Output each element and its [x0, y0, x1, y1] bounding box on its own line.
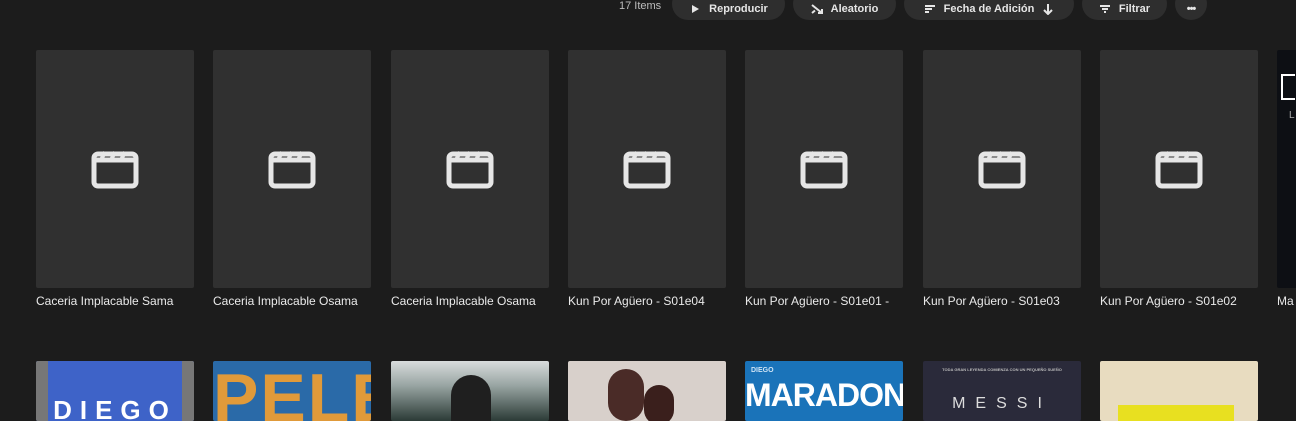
poster-image[interactable]: DIEGO MARADONA	[745, 361, 903, 421]
media-title[interactable]: Kun Por Agüero - S01e03	[923, 294, 1081, 308]
media-card[interactable]: Caceria Implacable Osama	[213, 50, 371, 308]
clapperboard-icon	[268, 151, 316, 189]
media-card[interactable]: Kun Por Agüero - S01e01 -	[745, 50, 903, 308]
media-title[interactable]: Kun Por Agüero - S01e01 -	[745, 294, 903, 308]
filter-label: Filtrar	[1118, 2, 1151, 15]
poster-image[interactable]	[1100, 361, 1258, 421]
poster-title: MESSI	[952, 395, 1052, 412]
poster-image[interactable]	[568, 361, 726, 421]
media-card[interactable]: L Ma	[1277, 50, 1296, 308]
media-card[interactable]: Kun Por Agüero - S01e03	[923, 50, 1081, 308]
media-card[interactable]: Caceria Implacable Osama	[391, 50, 549, 308]
media-title[interactable]: Caceria Implacable Sama	[36, 294, 194, 308]
clapperboard-icon	[978, 151, 1026, 189]
sort-button[interactable]: Fecha de Adición	[904, 0, 1074, 20]
media-card[interactable]: Caceria Implacable Sama	[36, 50, 194, 308]
sort-icon	[924, 4, 935, 13]
play-icon	[692, 4, 700, 13]
arrow-down-icon	[1043, 3, 1054, 15]
poster-title: DIEGO	[53, 395, 177, 421]
poster-placeholder[interactable]	[213, 50, 371, 288]
media-card[interactable]: Kun Por Agüero - S01e04	[568, 50, 726, 308]
poster-image[interactable]: TODA GRAN LEYENDA COMIENZA CON UN PEQUEÑ…	[923, 361, 1081, 421]
clapperboard-icon	[800, 151, 848, 189]
media-title[interactable]: Caceria Implacable Osama	[391, 294, 549, 308]
media-title[interactable]: Ma	[1277, 294, 1296, 308]
toolbar: 17 Items Reproducir Aleatorio Fecha de A…	[0, 0, 1296, 20]
more-icon: •••	[1186, 2, 1197, 15]
poster-placeholder[interactable]	[1100, 50, 1258, 288]
poster-title: PELE	[213, 361, 371, 421]
media-title[interactable]: Kun Por Agüero - S01e02	[1100, 294, 1258, 308]
poster-placeholder[interactable]	[745, 50, 903, 288]
clapperboard-icon	[91, 151, 139, 189]
play-button[interactable]: Reproducir	[672, 0, 785, 20]
media-card[interactable]: Kun Por Agüero - S01e02	[1100, 50, 1258, 308]
media-title[interactable]: Kun Por Agüero - S01e04	[568, 294, 726, 308]
poster-image[interactable]	[391, 361, 549, 421]
filter-button[interactable]: Filtrar	[1082, 0, 1167, 20]
poster-placeholder[interactable]	[391, 50, 549, 288]
poster-image[interactable]: DIEGO	[36, 361, 194, 421]
shuffle-icon	[811, 3, 823, 14]
clapperboard-icon	[1155, 151, 1203, 189]
sort-label: Fecha de Adición	[943, 2, 1035, 15]
poster-placeholder[interactable]	[36, 50, 194, 288]
clapperboard-icon	[446, 151, 494, 189]
poster-subtitle: DIEGO	[751, 367, 774, 374]
poster-image[interactable]: L	[1277, 50, 1296, 288]
play-label: Reproducir	[709, 2, 768, 15]
poster-image[interactable]: PELE	[213, 361, 371, 421]
item-count: 17 Items	[619, 0, 662, 12]
more-options-button[interactable]: •••	[1175, 0, 1207, 20]
poster-placeholder[interactable]	[568, 50, 726, 288]
clapperboard-icon	[623, 151, 671, 189]
poster-placeholder[interactable]	[923, 50, 1081, 288]
poster-subtitle: TODA GRAN LEYENDA COMIENZA CON UN PEQUEÑ…	[942, 367, 1062, 372]
poster-title: MARADONA	[745, 377, 903, 413]
filter-icon	[1099, 4, 1110, 13]
shuffle-button[interactable]: Aleatorio	[793, 0, 896, 20]
shuffle-label: Aleatorio	[830, 2, 879, 15]
media-title[interactable]: Caceria Implacable Osama	[213, 294, 371, 308]
